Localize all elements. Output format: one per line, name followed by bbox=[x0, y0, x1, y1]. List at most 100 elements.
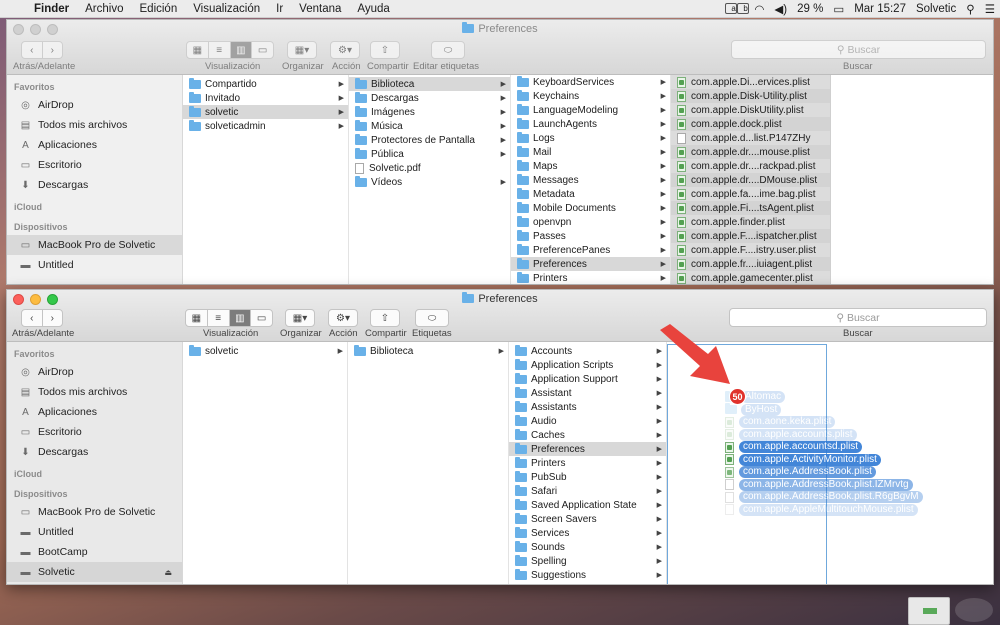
list-view-button[interactable]: ≡ bbox=[209, 42, 231, 58]
list-item[interactable]: Vídeos ▶ bbox=[349, 175, 510, 189]
user-name[interactable]: Solvetic bbox=[911, 3, 961, 15]
icon-view-button[interactable]: ▦ bbox=[186, 310, 208, 326]
search-input[interactable]: ⚲ Buscar bbox=[731, 40, 986, 59]
list-item[interactable]: Pública ▶ bbox=[349, 147, 510, 161]
list-item[interactable]: Maps ▶ bbox=[511, 159, 670, 173]
list-item[interactable]: KeyboardServices ▶ bbox=[511, 75, 670, 89]
list-item[interactable]: PubSub ▶ bbox=[509, 470, 666, 484]
eject-icon[interactable]: ⏏ bbox=[164, 568, 172, 577]
sidebar-item[interactable]: A Aplicaciones bbox=[7, 135, 182, 155]
list-item[interactable]: Saved Application State ▶ bbox=[509, 498, 666, 512]
list-item[interactable]: com.apple.dr....rackpad.plist bbox=[671, 159, 830, 173]
list-item[interactable]: com.apple.F....ispatcher.plist bbox=[671, 229, 830, 243]
list-item[interactable]: Biblioteca ▶ bbox=[349, 77, 510, 91]
list-item[interactable]: Messages ▶ bbox=[511, 173, 670, 187]
list-item[interactable]: Keychains ▶ bbox=[511, 89, 670, 103]
list-item[interactable]: com.apple.DiskUtility.plist bbox=[671, 103, 830, 117]
list-item[interactable]: Mail ▶ bbox=[511, 145, 670, 159]
list-item[interactable]: Safari ▶ bbox=[509, 484, 666, 498]
list-item[interactable]: Mobile Documents ▶ bbox=[511, 201, 670, 215]
list-item[interactable]: Solvetic.pdf bbox=[349, 161, 510, 175]
list-item[interactable]: com.apple.Fi....tsAgent.plist bbox=[671, 201, 830, 215]
list-item[interactable]: Preferences ▶ bbox=[509, 442, 666, 456]
battery-percent[interactable]: 29 % bbox=[792, 3, 828, 15]
action-button[interactable]: ⚙▾ bbox=[330, 41, 360, 59]
sidebar-item-device[interactable]: ▭ MacBook Pro de Solvetic bbox=[7, 235, 182, 255]
back-button[interactable]: ‹ bbox=[22, 310, 43, 326]
list-item[interactable]: com.apple.Di...ervices.plist bbox=[671, 75, 830, 89]
menu-ventana[interactable]: Ventana bbox=[291, 3, 349, 15]
sidebar-item[interactable]: ▭ Escritorio bbox=[7, 422, 182, 442]
list-item[interactable]: Accounts ▶ bbox=[509, 344, 666, 358]
list-item[interactable]: Compartido ▶ bbox=[183, 77, 348, 91]
list-item[interactable]: com.apple.dock.plist bbox=[671, 117, 830, 131]
wifi-icon[interactable]: ◠ bbox=[749, 2, 769, 16]
clock[interactable]: Mar 15:27 bbox=[849, 3, 911, 15]
spotlight-icon[interactable]: ⚲ bbox=[961, 2, 979, 16]
sidebar-item-device[interactable]: ▬ Untitled bbox=[7, 522, 182, 542]
sidebar-item[interactable]: ▭ Escritorio bbox=[7, 155, 182, 175]
menu-archivo[interactable]: Archivo bbox=[77, 3, 131, 15]
finder-window-back[interactable]: Preferences ‹ › Atrás/Adelante ▦ ≡ ▥ ▭ V… bbox=[6, 19, 994, 285]
list-item[interactable]: Imágenes ▶ bbox=[349, 105, 510, 119]
list-item[interactable]: solvetic ▶ bbox=[183, 344, 347, 358]
list-item[interactable]: Printers ▶ bbox=[511, 271, 670, 284]
sidebar-item-device[interactable]: ▬ BootCamp bbox=[7, 542, 182, 562]
list-item[interactable]: Biblioteca ▶ bbox=[348, 344, 508, 358]
menu-edicion[interactable]: Edición bbox=[132, 3, 186, 15]
list-item[interactable]: com.apple.fr....iuiagent.plist bbox=[671, 257, 830, 271]
list-item[interactable]: Passes ▶ bbox=[511, 229, 670, 243]
back-button[interactable]: ‹ bbox=[22, 42, 43, 58]
action-button[interactable]: ⚙▾ bbox=[328, 309, 358, 327]
list-item[interactable]: com.apple.d...list.P147ZHy bbox=[671, 131, 830, 145]
list-item[interactable]: com.apple.fa....ime.bag.plist bbox=[671, 187, 830, 201]
list-item[interactable]: LanguageModeling ▶ bbox=[511, 103, 670, 117]
column-view-button[interactable]: ▥ bbox=[229, 310, 252, 326]
list-item[interactable]: Sounds ▶ bbox=[509, 540, 666, 554]
list-item[interactable]: com.apple.dr....DMouse.plist bbox=[671, 173, 830, 187]
arrange-button[interactable]: ▦▾ bbox=[285, 309, 315, 327]
search-input[interactable]: ⚲ Buscar bbox=[729, 308, 987, 327]
list-item[interactable]: com.apple.dr....mouse.plist bbox=[671, 145, 830, 159]
sidebar-item-device[interactable]: ▭ MacBook Pro de Solvetic bbox=[7, 502, 182, 522]
forward-button[interactable]: › bbox=[43, 310, 63, 326]
list-item[interactable]: openvpn ▶ bbox=[511, 215, 670, 229]
sidebar-item[interactable]: ▤ Todos mis archivos bbox=[7, 382, 182, 402]
list-item[interactable]: Assistants ▶ bbox=[509, 400, 666, 414]
list-item[interactable]: Suggestions ▶ bbox=[509, 568, 666, 582]
list-item[interactable]: Services ▶ bbox=[509, 526, 666, 540]
sidebar-item[interactable]: ◎ AirDrop bbox=[7, 95, 182, 115]
list-item[interactable]: PreferencePanes ▶ bbox=[511, 243, 670, 257]
status-app2-icon[interactable]: b bbox=[737, 3, 750, 14]
list-item[interactable]: Metadata ▶ bbox=[511, 187, 670, 201]
tags-button[interactable]: ⬭ bbox=[431, 41, 465, 59]
list-item[interactable]: com.apple.finder.plist bbox=[671, 215, 830, 229]
share-button[interactable]: ⇧ bbox=[370, 41, 400, 59]
sidebar-item-device[interactable]: ▬ Solvetic ⏏ bbox=[7, 562, 182, 582]
list-item[interactable]: com.apple.gamecenter.plist bbox=[671, 271, 830, 284]
list-item[interactable]: Screen Savers ▶ bbox=[509, 512, 666, 526]
sidebar-item[interactable]: ▤ Todos mis archivos bbox=[7, 115, 182, 135]
list-item[interactable]: Logs ▶ bbox=[511, 131, 670, 145]
column-view-button[interactable]: ▥ bbox=[230, 42, 253, 58]
list-item[interactable]: solvetic ▶ bbox=[183, 105, 348, 119]
sidebar-item[interactable]: A Aplicaciones bbox=[7, 402, 182, 422]
list-item[interactable]: Caches ▶ bbox=[509, 428, 666, 442]
tags-button[interactable]: ⬭ bbox=[415, 309, 449, 327]
sidebar-item[interactable]: ⬇ Descargas bbox=[7, 442, 182, 462]
menu-finder[interactable]: Finder bbox=[26, 3, 77, 15]
sidebar-item[interactable]: ◎ AirDrop bbox=[7, 362, 182, 382]
sidebar-item-device[interactable]: ▬ Untitled bbox=[7, 255, 182, 275]
list-view-button[interactable]: ≡ bbox=[208, 310, 230, 326]
list-item[interactable]: Assistant ▶ bbox=[509, 386, 666, 400]
finder-window-front[interactable]: Preferences ‹ › Atrás/Adelante ▦ ≡ ▥ ▭ V… bbox=[6, 289, 994, 585]
list-item[interactable]: Audio ▶ bbox=[509, 414, 666, 428]
battery-icon[interactable]: ▭ bbox=[828, 2, 849, 16]
coverflow-view-button[interactable]: ▭ bbox=[251, 310, 272, 326]
list-item[interactable]: LaunchAgents ▶ bbox=[511, 117, 670, 131]
coverflow-view-button[interactable]: ▭ bbox=[252, 42, 273, 58]
list-item[interactable]: Protectores de Pantalla ▶ bbox=[349, 133, 510, 147]
forward-button[interactable]: › bbox=[43, 42, 63, 58]
menu-visualizacion[interactable]: Visualización bbox=[185, 3, 268, 15]
list-item[interactable]: com.apple.F....istry.user.plist bbox=[671, 243, 830, 257]
